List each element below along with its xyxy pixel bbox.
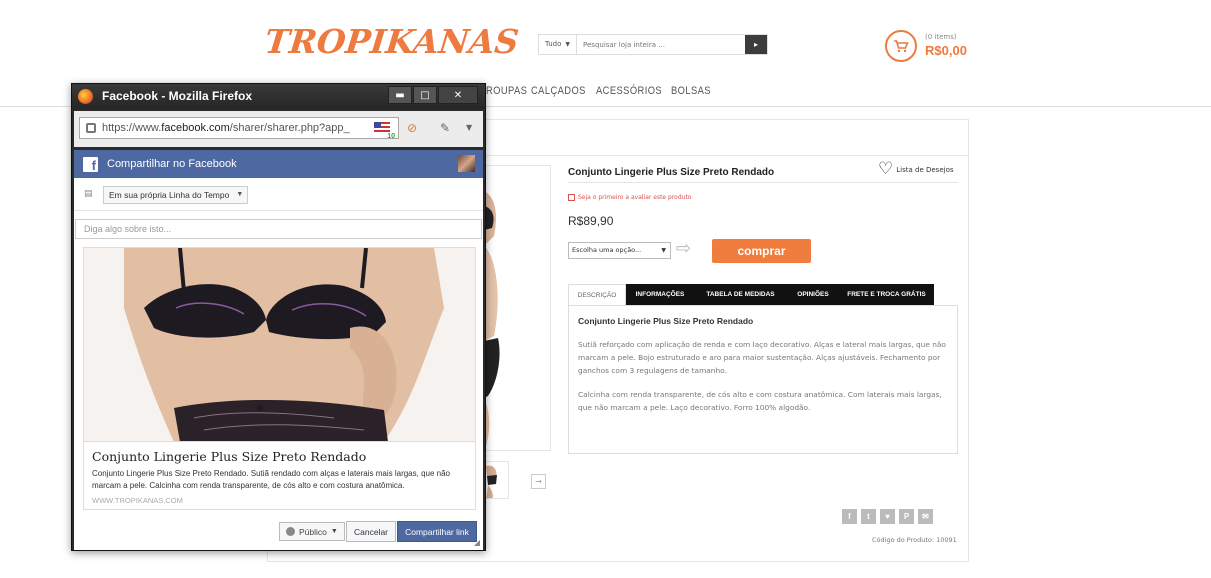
resize-grip-icon[interactable]: ◢ [474,538,480,547]
arrow-right-icon: ▸ [753,40,758,49]
link-preview[interactable]: Conjunto Lingerie Plus Size Preto Rendad… [83,247,476,510]
minimize-button[interactable]: ▬ [388,86,412,104]
globe-icon [286,527,295,536]
window-title: Facebook - Mozilla Firefox [102,89,253,103]
wishlist-link[interactable]: ♡ Lista de Desejos [878,161,954,178]
facebook-share-window: Facebook - Mozilla Firefox ▬ □ ✕ https:/… [71,83,486,551]
addon-icon[interactable]: ✎ [440,121,450,135]
minimize-icon: ▬ [395,89,405,101]
arrow-right-icon: → [535,477,542,486]
firefox-icon [78,89,93,104]
pinterest-icon[interactable]: P [899,509,914,524]
chevron-down-icon[interactable]: ▼ [466,123,472,132]
tab-descricao[interactable]: DESCRIÇÃO [568,284,626,305]
facebook-icon[interactable]: f [842,509,857,524]
thumbnail-photo [484,462,508,498]
share-target-row: ▤ Em sua própria Linha do Tempo ▼ [74,178,483,211]
chevron-down-icon: ▼ [330,528,338,535]
share-target-label: Em sua própria Linha do Tempo [109,190,230,200]
chevron-down-icon: ▼ [661,247,666,254]
description-paragraph: Sutiã reforçado com aplicação de renda e… [578,340,946,375]
share-target-select[interactable]: Em sua própria Linha do Tempo ▼ [103,186,249,204]
store-logo[interactable]: TROPIKANAS [263,22,521,61]
nav-item-acessorios[interactable]: ACESSÓRIOS [596,85,662,97]
share-icons: f t ♥ P ✉ [842,509,933,524]
block-icon[interactable]: ⊘ [407,121,417,135]
description-panel: Conjunto Lingerie Plus Size Preto Rendad… [568,305,958,454]
preview-title: Conjunto Lingerie Plus Size Preto Rendad… [92,449,367,464]
divider [568,182,958,183]
product-title: Conjunto Lingerie Plus Size Preto Rendad… [568,167,775,178]
heart-icon: ♡ [878,159,894,179]
product-code: Código do Produto: 10091 [872,536,957,544]
url-prefix: https://www. [102,122,162,134]
avatar[interactable] [458,155,475,172]
url-toolbar: https://www.facebook.com/sharer/sharer.p… [74,111,483,147]
search-button[interactable]: ▸ [745,35,767,54]
page: TROPIKANAS Tudo ▼ ▸ (0 items) R$0,00 ROU… [0,0,1211,578]
arrow-right-icon: ⇨ [676,238,692,259]
nav-item-roupas[interactable]: ROUPAS [486,85,527,97]
search-category-label: Tudo [545,40,562,48]
nav-item-bolsas[interactable]: BOLSAS [671,85,711,97]
buy-button[interactable]: comprar [712,239,811,263]
search-input[interactable] [577,35,745,54]
review-icon [568,194,575,201]
cart-count[interactable]: (0 items) [925,33,957,41]
url-field[interactable]: https://www.facebook.com/sharer/sharer.p… [79,117,399,139]
heart-icon[interactable]: ♥ [880,509,895,524]
variant-select[interactable]: Escolha uma opção... ▼ [568,242,671,259]
cart-total[interactable]: R$0,00 [925,43,967,58]
product-tabs: DESCRIÇÃO INFORMAÇÕES TABELA DE MEDIDAS … [568,284,934,305]
cancel-button[interactable]: Cancelar [346,521,397,542]
shopping-cart-icon [894,40,909,53]
search-category-select[interactable]: Tudo ▼ [539,35,578,54]
facebook-header: f Compartilhar no Facebook [74,150,483,178]
search-bar: Tudo ▼ ▸ [538,34,768,55]
variant-select-label: Escolha uma opção... [572,246,642,254]
product-price: R$89,90 [568,214,614,228]
product-main-image[interactable] [483,165,551,451]
chevron-down-icon: ▼ [236,191,244,198]
preview-photo [84,248,475,441]
rating-link[interactable]: Seja o primeiro a avaliar este produto [568,194,691,201]
tab-opinioes[interactable]: OPINIÕES [787,284,839,305]
lock-icon [86,123,96,133]
preview-url: WWW.TROPIKANAS.COM [92,496,183,505]
twitter-icon[interactable]: t [861,509,876,524]
description-paragraph: Calcinha com renda transparente, de cós … [578,390,942,412]
chevron-down-icon: ▼ [565,41,571,48]
timeline-icon: ▤ [84,189,93,199]
facebook-header-title: Compartilhar no Facebook [107,158,237,170]
audience-select[interactable]: Público ▼ [279,522,345,541]
facebook-icon: f [83,157,98,173]
description-title: Conjunto Lingerie Plus Size Preto Rendad… [578,316,754,326]
rating-prompt: Seja o primeiro a avaliar este produto [578,194,692,201]
tab-tabela-de-medidas[interactable]: TABELA DE MEDIDAS [694,284,787,305]
maximize-icon: □ [420,89,430,101]
window-titlebar[interactable]: Facebook - Mozilla Firefox ▬ □ ✕ [72,84,485,109]
email-icon[interactable]: ✉ [918,509,933,524]
preview-image [84,248,475,442]
tab-informacoes[interactable]: INFORMAÇÕES [626,284,694,305]
close-button[interactable]: ✕ [438,86,478,104]
url-path: /sharer/sharer.php?app_ [229,122,350,134]
flag-badge: 10 [387,133,395,139]
nav-item-calcados[interactable]: CALÇADOS [531,85,586,97]
product-thumbnail[interactable] [483,461,509,499]
message-input[interactable]: Diga algo sobre isto... [75,219,482,239]
thumbnail-next-button[interactable]: → [531,474,546,489]
share-dialog-body: ▤ Em sua própria Linha do Tempo ▼ Diga a… [74,178,483,550]
close-icon: ✕ [453,89,463,101]
product-photo [484,166,550,450]
cart-icon[interactable] [885,30,917,62]
tab-frete-e-troca[interactable]: FRETE E TROCA GRÁTIS [839,284,934,305]
share-link-button[interactable]: Compartilhar link [397,521,477,542]
url-domain: facebook.com [161,122,230,134]
maximize-button[interactable]: □ [413,86,437,104]
wishlist-label: Lista de Desejos [896,165,954,174]
preview-description: Conjunto Lingerie Plus Size Preto Rendad… [92,469,450,490]
audience-label: Público [299,526,327,537]
